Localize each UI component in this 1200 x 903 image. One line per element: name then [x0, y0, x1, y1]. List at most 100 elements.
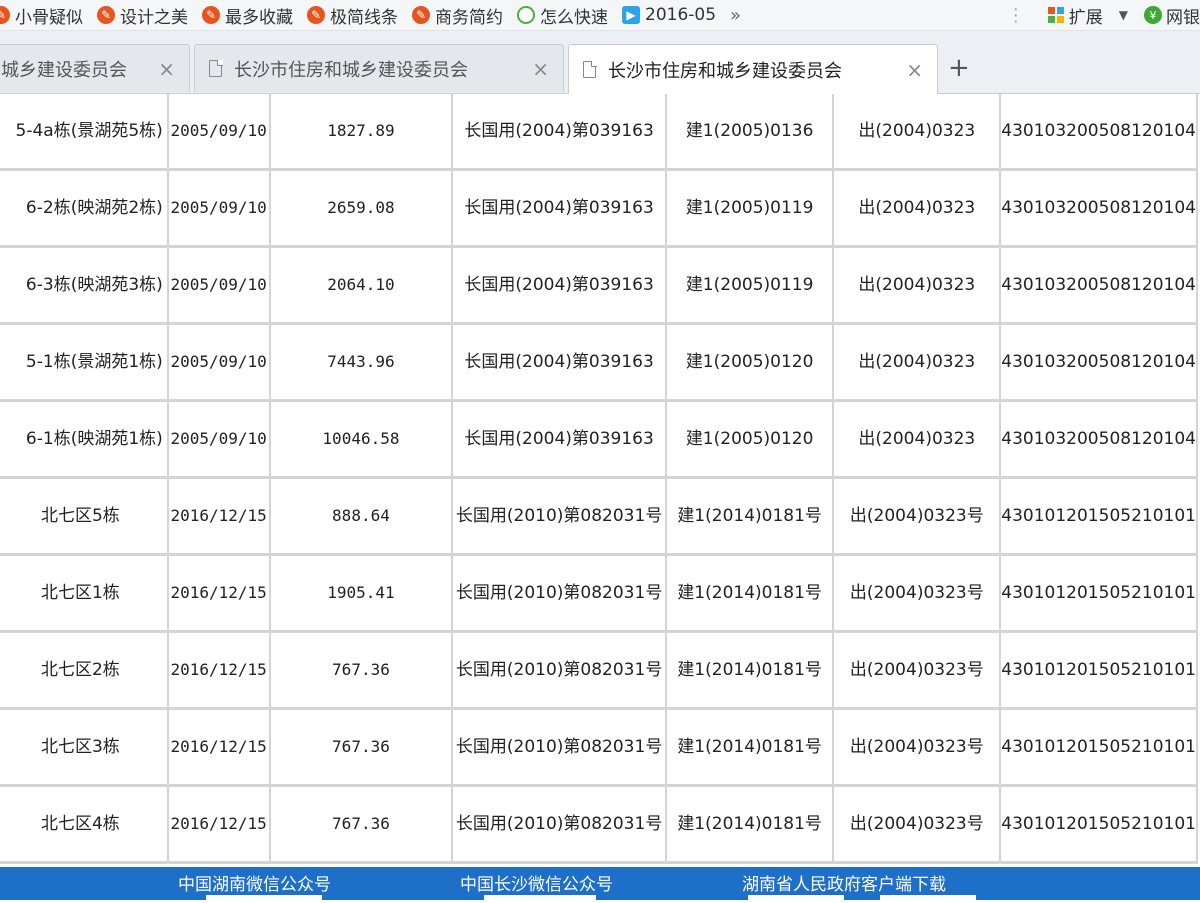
date-cell: 2005/09/10	[168, 94, 271, 171]
area-cell: 767.36	[270, 710, 454, 787]
build-permit-cell: 建1(2014)0181号	[666, 787, 835, 864]
table-row: 北七区5栋 2016/12/15 888.64 长国用(2010)第082031…	[0, 479, 1198, 556]
tab-0[interactable]: 城乡建设委员会 ×	[0, 44, 190, 92]
table-row: 北七区4栋 2016/12/15 767.36 长国用(2010)第082031…	[0, 787, 1198, 864]
new-tab-button[interactable]: +	[948, 53, 970, 83]
close-icon[interactable]: ×	[158, 57, 175, 81]
table-row: 北七区2栋 2016/12/15 767.36 长国用(2010)第082031…	[0, 633, 1198, 710]
menu-dots-icon[interactable]: ⋮	[1007, 5, 1025, 26]
tab-title: 长沙市住房和城乡建设委员会	[234, 59, 468, 81]
building-name: 6-2栋(映湖苑2栋)	[0, 171, 169, 248]
build-permit-cell: 建1(2014)0181号	[666, 710, 835, 787]
building-name: 6-1栋(映湖苑1栋)	[0, 402, 169, 479]
toolbar-right: ⋮ 扩展 ▼ ¥ 网银	[1006, 0, 1200, 30]
build-permit-cell: 建1(2014)0181号	[666, 633, 835, 710]
table-row: 6-3栋(映湖苑3栋) 2005/09/10 2064.10 长国用(2004)…	[0, 248, 1198, 325]
date-cell: 2016/12/15	[168, 633, 271, 710]
build-permit-cell: 建1(2014)0181号	[666, 479, 835, 556]
bookmark-0[interactable]: ✎ 小骨疑似	[0, 3, 83, 28]
tab-title: 长沙市住房和城乡建设委员会	[608, 60, 842, 82]
permit-table: 5-4a栋(景湖苑5栋) 2005/09/10 1827.89 长国用(2004…	[0, 94, 1198, 864]
date-cell: 2016/12/15	[168, 710, 271, 787]
land-cert-cell: 长国用(2010)第082031号	[453, 556, 667, 633]
build-permit-cell: 建1(2014)0181号	[666, 556, 835, 633]
site-footer: 中国湖南微信公众号 中国长沙微信公众号 湖南省人民政府客户端下载	[0, 867, 1200, 903]
building-name: 北七区2栋	[0, 633, 169, 710]
land-cert-cell: 长国用(2004)第039163	[453, 94, 667, 171]
bookmark-2[interactable]: ✎ 最多收藏	[202, 3, 293, 28]
bookmark-1[interactable]: ✎ 设计之美	[97, 3, 188, 28]
bookmark-4[interactable]: ✎ 商务简约	[412, 3, 503, 28]
app-download-link[interactable]: 湖南省人民政府客户端下载	[742, 870, 946, 895]
transfer-cert-cell: 出(2004)0323	[834, 325, 1002, 402]
qr-code-image	[880, 895, 976, 903]
id-code-cell: 430101201505210101	[1001, 479, 1198, 556]
id-code-cell: 430103200508120104	[1001, 94, 1198, 171]
bookmark-3[interactable]: ✎ 极简线条	[307, 3, 398, 28]
id-code-cell: 430103200508120104	[1001, 248, 1198, 325]
transfer-cert-cell: 出(2004)0323号	[834, 787, 1002, 864]
build-permit-cell: 建1(2005)0120	[666, 402, 835, 479]
wechat-hunan-link[interactable]: 中国湖南微信公众号	[178, 870, 331, 895]
qr-code-image	[748, 895, 844, 903]
build-permit-cell: 建1(2005)0119	[666, 248, 835, 325]
area-cell: 1905.41	[270, 556, 454, 633]
build-permit-cell: 建1(2005)0120	[666, 325, 835, 402]
date-cell: 2016/12/15	[168, 787, 271, 864]
area-cell: 10046.58	[270, 402, 454, 479]
video-icon: ▶	[622, 6, 640, 24]
transfer-cert-cell: 出(2004)0323	[834, 402, 1002, 479]
date-cell: 2005/09/10	[168, 325, 271, 402]
qr-code-image	[484, 895, 596, 903]
land-cert-cell: 长国用(2004)第039163	[453, 325, 667, 402]
table-row: 5-4a栋(景湖苑5栋) 2005/09/10 1827.89 长国用(2004…	[0, 94, 1198, 171]
table-row: 北七区1栋 2016/12/15 1905.41 长国用(2010)第08203…	[0, 556, 1198, 633]
close-icon[interactable]: ×	[532, 57, 549, 81]
netbank-button[interactable]: 网银	[1166, 3, 1200, 28]
date-cell: 2016/12/15	[168, 556, 271, 633]
area-cell: 2064.10	[270, 248, 454, 325]
bookmarks-bar: ✎ 小骨疑似 ✎ 设计之美 ✎ 最多收藏 ✎ 极简线条 ✎ 商务简约 怎么快速 …	[0, 0, 1200, 31]
transfer-cert-cell: 出(2004)0323	[834, 94, 1002, 171]
document-icon	[209, 59, 223, 77]
table-row: 北七区3栋 2016/12/15 767.36 长国用(2010)第082031…	[0, 710, 1198, 787]
wechat-changsha-link[interactable]: 中国长沙微信公众号	[460, 870, 613, 895]
tab-1[interactable]: 长沙市住房和城乡建设委员会 ×	[194, 44, 564, 92]
building-name: 北七区4栋	[0, 787, 169, 864]
bookmark-6[interactable]: ▶ 2016-05	[622, 5, 716, 25]
search-circle-icon	[517, 6, 535, 24]
transfer-cert-cell: 出(2004)0323号	[834, 633, 1002, 710]
land-cert-cell: 长国用(2010)第082031号	[453, 479, 667, 556]
area-cell: 1827.89	[270, 94, 454, 171]
area-cell: 888.64	[270, 479, 454, 556]
table-row: 6-1栋(映湖苑1栋) 2005/09/10 10046.58 长国用(2004…	[0, 402, 1198, 479]
bookmark-icon: ✎	[0, 6, 10, 24]
extensions-button[interactable]: 扩展	[1069, 3, 1103, 28]
chevron-down-icon[interactable]: ▼	[1119, 8, 1128, 22]
id-code-cell: 430103200508120104	[1001, 171, 1198, 248]
id-code-cell: 430101201505210101	[1001, 710, 1198, 787]
bookmarks-more-button[interactable]: »	[730, 5, 741, 26]
building-name: 5-4a栋(景湖苑5栋)	[0, 94, 169, 171]
land-cert-cell: 长国用(2004)第039163	[453, 402, 667, 479]
table-row: 6-2栋(映湖苑2栋) 2005/09/10 2659.08 长国用(2004)…	[0, 171, 1198, 248]
bookmark-icon: ✎	[412, 6, 430, 24]
building-name: 北七区1栋	[0, 556, 169, 633]
table-row: 5-1栋(景湖苑1栋) 2005/09/10 7443.96 长国用(2004)…	[0, 325, 1198, 402]
id-code-cell: 430103200508120104	[1001, 402, 1198, 479]
land-cert-cell: 长国用(2004)第039163	[453, 248, 667, 325]
bookmark-label: 最多收藏	[225, 7, 293, 28]
qr-code-image	[206, 895, 322, 903]
id-code-cell: 430101201505210101	[1001, 556, 1198, 633]
area-cell: 767.36	[270, 787, 454, 864]
transfer-cert-cell: 出(2004)0323	[834, 248, 1002, 325]
date-cell: 2016/12/15	[168, 479, 271, 556]
close-icon[interactable]: ×	[906, 58, 923, 82]
build-permit-cell: 建1(2005)0119	[666, 171, 835, 248]
tab-2-active[interactable]: 长沙市住房和城乡建设委员会 ×	[568, 44, 938, 94]
transfer-cert-cell: 出(2004)0323号	[834, 556, 1002, 633]
extensions-icon	[1047, 6, 1065, 24]
transfer-cert-cell: 出(2004)0323号	[834, 710, 1002, 787]
area-cell: 767.36	[270, 633, 454, 710]
bookmark-5[interactable]: 怎么快速	[517, 3, 608, 28]
